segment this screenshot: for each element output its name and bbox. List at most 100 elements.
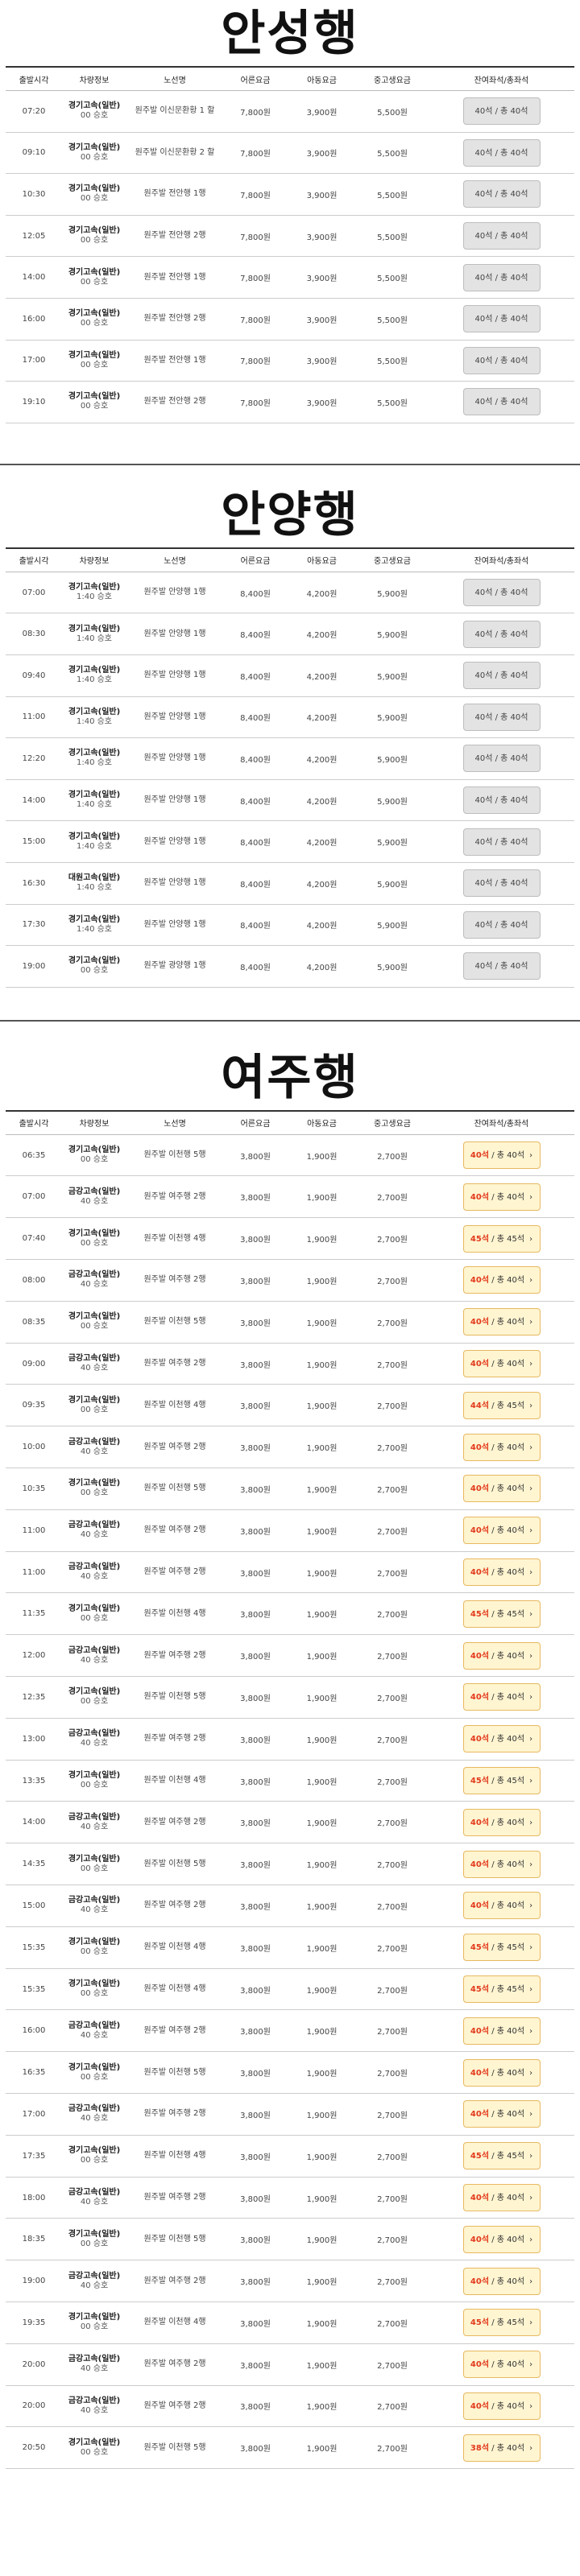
seat-select-button[interactable]: 40석 / 총 40석 ›	[462, 2184, 541, 2211]
seat-select-button[interactable]: 40석 / 총 40석 ›	[462, 2392, 541, 2420]
seat-select-button[interactable]: 40석 / 총 40석 ›	[462, 1183, 541, 1211]
seat-select-button[interactable]: 40석 / 총 40석 ›	[462, 1808, 541, 1836]
seat-select-button[interactable]: 40석 / 총 40석 ›	[462, 1641, 541, 1670]
child-fare: 1,900원	[306, 1236, 338, 1245]
seat-select-button[interactable]: 40석 / 총 40석 ›	[462, 1683, 541, 1711]
student-fare: 5,500원	[377, 233, 408, 242]
seat-select-button[interactable]: 40석 / 총 40석 ›	[462, 1517, 541, 1545]
seat-select-button[interactable]: 45석 / 총 45석 ›	[462, 2309, 541, 2337]
departure-time: 07:20	[22, 106, 46, 116]
seat-select-button[interactable]: 40석 / 총 40석	[462, 222, 541, 250]
chevron-right-icon: ›	[529, 1735, 533, 1744]
column-header: 중고생요금	[356, 1109, 429, 1135]
bus-grade: 40 승호	[80, 1280, 109, 1290]
seat-select-button[interactable]: 40석 / 총 40석 ›	[462, 1141, 541, 1170]
seat-select-button[interactable]: 40석 / 총 40석	[462, 952, 541, 980]
seat-select-button[interactable]: 40석 / 총 40석 ›	[462, 1892, 541, 1920]
chevron-right-icon: ›	[529, 1693, 533, 1703]
seat-select-button[interactable]: 40석 / 총 40석	[462, 662, 541, 690]
student-fare: 5,900원	[377, 755, 408, 765]
departure-time: 17:00	[22, 356, 46, 365]
bus-grade: 40 승호	[80, 2198, 109, 2207]
seat-select-button[interactable]: 40석 / 총 40석 ›	[462, 1433, 541, 1461]
departure-time: 20:50	[22, 2443, 46, 2453]
seat-select-button[interactable]: 40석 / 총 40석 ›	[462, 2017, 541, 2045]
bus-grade: 40 승호	[80, 2364, 109, 2374]
adult-fare: 3,800원	[240, 2111, 271, 2120]
seat-select-button[interactable]: 45석 / 총 45석 ›	[462, 1934, 541, 1962]
seat-select-button[interactable]: 40석 / 총 40석	[462, 180, 541, 208]
seat-select-button[interactable]: 40석 / 총 40석 ›	[462, 1350, 541, 1378]
bus-grade: 00 승호	[80, 2322, 109, 2332]
table-row: 10:30 경기고속(일반) 00 승호 원주발 전안행 1행 7,800원 3,900원…	[6, 173, 574, 216]
seat-select-button[interactable]: 40석 / 총 40석 ›	[462, 1850, 541, 1878]
seat-select-button[interactable]: 40석 / 총 40석 ›	[462, 2058, 541, 2087]
seat-select-button[interactable]: 40석 / 총 40석	[462, 786, 541, 815]
bus-grade: 40 승호	[80, 1447, 109, 1456]
departure-time: 10:30	[22, 189, 46, 199]
adult-fare: 3,800원	[240, 1861, 271, 1871]
table-row: 09:35 경기고속(일반) 00 승호 원주발 이천행 4행 3,800원 1,900원…	[6, 1384, 574, 1427]
seat-select-button[interactable]: 40석 / 총 40석 ›	[462, 2351, 541, 2379]
seat-select-button[interactable]: 40석 / 총 40석 ›	[462, 1266, 541, 1294]
route-name: 원주발 안양행 1행	[143, 712, 206, 721]
bus-company: 대원고속(일반)	[68, 873, 121, 883]
seat-select-button[interactable]: 40석 / 총 40석	[462, 869, 541, 898]
table-row: 18:35 경기고속(일반) 00 승호 원주발 이천행 5행 3,800원 1,900원…	[6, 2218, 574, 2261]
seat-select-button[interactable]: 40석 / 총 40석	[462, 745, 541, 773]
seat-select-button[interactable]: 40석 / 총 40석	[462, 388, 541, 416]
seat-select-button[interactable]: 40석 / 총 40석 ›	[462, 2267, 541, 2295]
seat-select-button[interactable]: 40석 / 총 40석	[462, 346, 541, 374]
seat-select-button[interactable]: 40석 / 총 40석 ›	[462, 1475, 541, 1503]
child-fare: 3,900원	[306, 398, 338, 408]
seat-select-button[interactable]: 44석 / 총 45석 ›	[462, 1391, 541, 1419]
route-name: 원주발 이천행 5행	[143, 1692, 206, 1702]
child-fare: 4,200원	[306, 755, 338, 765]
chevron-right-icon: ›	[529, 1526, 533, 1536]
seat-select-button[interactable]: 40석 / 총 40석 ›	[462, 1725, 541, 1753]
table-row: 15:35 경기고속(일반) 00 승호 원주발 이천행 4행 3,800원 1,900원…	[6, 1968, 574, 2011]
departure-time: 18:35	[22, 2235, 46, 2244]
seat-select-button[interactable]: 45석 / 총 45석 ›	[462, 1975, 541, 2004]
child-fare: 1,900원	[306, 1653, 338, 1662]
route-name: 원주발 이천행 4행	[143, 1776, 206, 1785]
table-header: 출발시각 차량정보 노선명 어른요금 아동요금 중고생요금 잔여좌석/총좌석	[6, 66, 574, 91]
seat-select-button[interactable]: 45석 / 총 45석 ›	[462, 1767, 541, 1795]
bus-grade: 00 승호	[80, 2156, 109, 2165]
bus-company: 경기고속(일반)	[68, 142, 121, 152]
seat-select-button[interactable]: 40석 / 총 40석	[462, 263, 541, 291]
seats-status: 40석 / 총 40석	[474, 315, 528, 324]
seat-select-button[interactable]: 40석 / 총 40석	[462, 97, 541, 126]
adult-fare: 3,800원	[240, 1986, 271, 1996]
seat-select-button[interactable]: 40석 / 총 40석 ›	[462, 2225, 541, 2253]
seat-select-button[interactable]: 38석 / 총 40석 ›	[462, 2434, 541, 2462]
seat-select-button[interactable]: 40석 / 총 40석	[462, 828, 541, 856]
seat-select-button[interactable]: 40석 / 총 40석	[462, 703, 541, 731]
departure-time: 10:00	[22, 1443, 46, 1452]
seat-select-button[interactable]: 45석 / 총 45석 ›	[462, 2142, 541, 2170]
adult-fare: 3,800원	[240, 2236, 271, 2246]
seat-select-button[interactable]: 45석 / 총 45석 ›	[462, 1224, 541, 1253]
bus-company: 금강고속(일반)	[68, 1563, 121, 1572]
departure-time: 15:00	[22, 1901, 46, 1910]
student-fare: 2,700원	[377, 1319, 408, 1328]
seat-select-button[interactable]: 45석 / 총 45석 ›	[462, 1600, 541, 1628]
seat-select-button[interactable]: 40석 / 총 40석	[462, 305, 541, 333]
seat-select-button[interactable]: 40석 / 총 40석	[462, 910, 541, 939]
chevron-right-icon: ›	[529, 2443, 533, 2453]
section-anseong: 안성행 출발시각 차량정보 노선명 어른요금 아동요금 중고생요금 잔여좌석/총좌석 07:…	[0, 0, 580, 423]
bus-company: 금강고속(일반)	[68, 1437, 121, 1447]
seat-select-button[interactable]: 40석 / 총 40석 ›	[462, 2100, 541, 2128]
route-name: 원주발 전안행 1행	[143, 189, 206, 199]
route-name: 원주발 여주행 2행	[143, 2109, 206, 2119]
table-row: 12:20 경기고속(일반) 1:40 승호 원주발 안양행 1행 8,400원 4,20…	[6, 737, 574, 780]
seat-select-button[interactable]: 40석 / 총 40석 ›	[462, 1308, 541, 1336]
seat-select-button[interactable]: 40석 / 총 40석	[462, 138, 541, 167]
adult-fare: 3,800원	[240, 1527, 271, 1537]
seat-select-button[interactable]: 40석 / 총 40석 ›	[462, 1558, 541, 1587]
seats-remaining: 40석	[470, 1901, 490, 1911]
seat-select-button[interactable]: 40석 / 총 40석	[462, 620, 541, 648]
seat-select-button[interactable]: 40석 / 총 40석	[462, 579, 541, 607]
route-name: 원주발 이천행 5행	[143, 1150, 206, 1160]
seats-remaining: 44석	[470, 1401, 490, 1410]
